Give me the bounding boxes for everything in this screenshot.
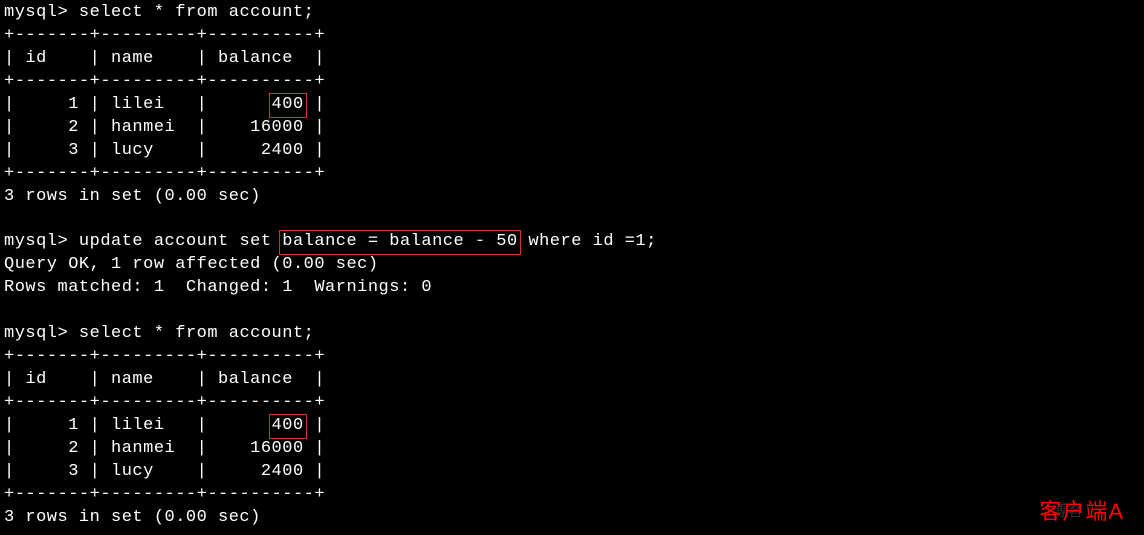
query2-border-mid: +-------+---------+----------+ xyxy=(4,392,1140,415)
table-row: | 3 | lucy | 2400 | xyxy=(4,461,1140,484)
query2-border-bot: +-------+---------+----------+ xyxy=(4,484,1140,507)
update-result2: Rows matched: 1 Changed: 1 Warnings: 0 xyxy=(4,277,1140,300)
query1-border-bot: +-------+---------+----------+ xyxy=(4,163,1140,186)
blank-line xyxy=(4,300,1140,323)
query1-header: | id | name | balance | xyxy=(4,48,1140,71)
query1-status: 3 rows in set (0.00 sec) xyxy=(4,186,1140,209)
table-row: | 2 | hanmei | 16000 | xyxy=(4,438,1140,461)
query2-border-top: +-------+---------+----------+ xyxy=(4,346,1140,369)
query1-border-mid: +-------+---------+----------+ xyxy=(4,71,1140,94)
update-command: mysql> update account set balance = bala… xyxy=(4,231,1140,254)
query2-command: mysql> select * from account; xyxy=(4,323,1140,346)
highlight-update-expr: balance = balance - 50 xyxy=(279,230,520,255)
query2-header: | id | name | balance | xyxy=(4,369,1140,392)
highlight-balance: 400 xyxy=(269,93,307,118)
table-row: | 2 | hanmei | 16000 | xyxy=(4,117,1140,140)
query2-status: 3 rows in set (0.00 sec) xyxy=(4,507,1140,530)
highlight-balance: 400 xyxy=(269,414,307,439)
table-row: | 1 | lilei | 400 | xyxy=(4,415,1140,438)
table-row: | 1 | lilei | 400 | xyxy=(4,94,1140,117)
blank-line xyxy=(4,208,1140,231)
query1-command: mysql> select * from account; xyxy=(4,2,1140,25)
update-result1: Query OK, 1 row affected (0.00 sec) xyxy=(4,254,1140,277)
watermark-label: 客户端A xyxy=(1039,497,1124,527)
query1-border-top: +-------+---------+----------+ xyxy=(4,25,1140,48)
table-row: | 3 | lucy | 2400 | xyxy=(4,140,1140,163)
